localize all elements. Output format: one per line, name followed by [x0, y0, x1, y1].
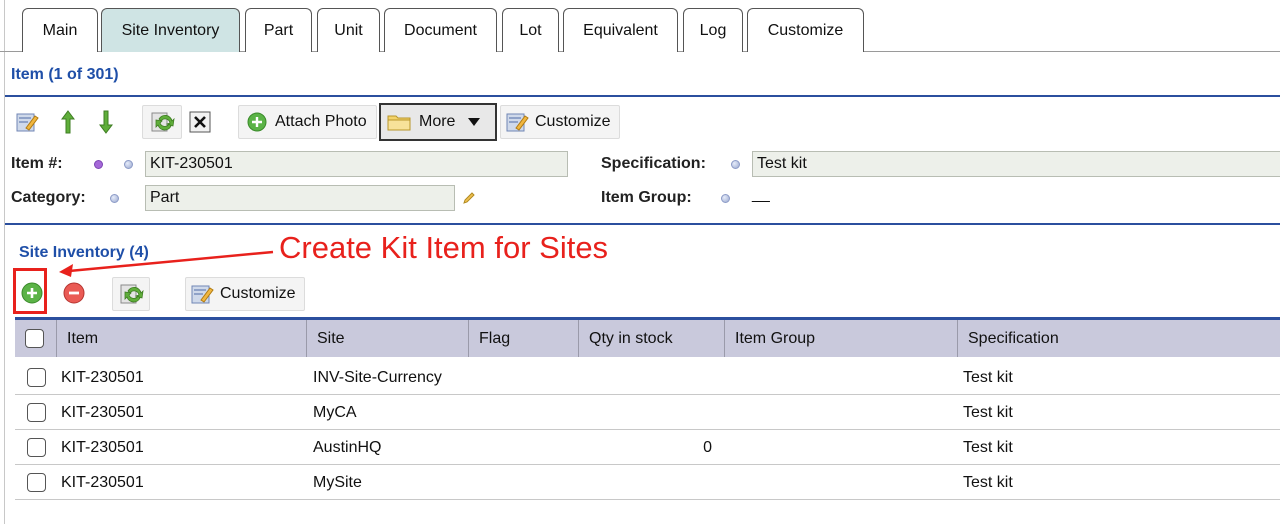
customize-label: Customize — [220, 285, 296, 302]
tab-bar: Main Site Inventory Part Unit Document L… — [0, 0, 1280, 52]
refresh-icon — [120, 284, 144, 304]
table-row[interactable]: KIT-230501 INV-Site-Currency Test kit — [15, 360, 1280, 395]
cell-specification: Test kit — [963, 473, 1013, 491]
item-no-field[interactable]: KIT-230501 — [145, 151, 568, 177]
attach-photo-label: Attach Photo — [275, 113, 367, 130]
cell-item: KIT-230501 — [61, 368, 144, 386]
customize-label: Customize — [535, 113, 611, 130]
pencil-icon[interactable] — [462, 191, 476, 205]
cell-specification: Test kit — [963, 438, 1013, 456]
info-icon[interactable] — [124, 160, 133, 169]
table-row[interactable]: KIT-230501 MySite Test kit — [15, 465, 1280, 500]
specification-label: Specification: — [601, 155, 706, 172]
close-icon — [189, 111, 211, 133]
item-group-value: __ — [752, 186, 770, 203]
row-checkbox[interactable] — [27, 473, 46, 492]
more-label: More — [419, 113, 456, 130]
cell-qty — [579, 360, 712, 395]
close-button[interactable] — [186, 108, 214, 136]
tab-equivalent[interactable]: Equivalent — [563, 8, 678, 52]
add-icon — [21, 282, 43, 304]
tab-lot[interactable]: Lot — [502, 8, 559, 52]
edit-icon — [16, 113, 39, 132]
row-checkbox[interactable] — [27, 368, 46, 387]
cell-site: MySite — [313, 473, 362, 491]
cell-specification: Test kit — [963, 368, 1013, 386]
info-icon[interactable] — [721, 194, 730, 203]
section-divider — [5, 223, 1280, 225]
move-down-button[interactable] — [93, 106, 119, 138]
left-border — [4, 0, 5, 524]
tab-log[interactable]: Log — [683, 8, 743, 52]
column-header-specification[interactable]: Specification — [958, 320, 1280, 357]
tab-site-inventory[interactable]: Site Inventory — [101, 8, 240, 52]
table-row[interactable]: KIT-230501 MyCA Test kit — [15, 395, 1280, 430]
tab-customize[interactable]: Customize — [747, 8, 864, 52]
cell-site: INV-Site-Currency — [313, 368, 442, 386]
table-header: Item Site Flag Qty in stock Item Group S… — [15, 317, 1280, 357]
remove-site-button[interactable] — [62, 281, 86, 305]
cell-item: KIT-230501 — [61, 438, 144, 456]
select-all-checkbox[interactable] — [25, 329, 44, 348]
tab-part[interactable]: Part — [245, 8, 312, 52]
item-section-rule — [5, 95, 1280, 97]
specification-field[interactable]: Test kit — [752, 151, 1280, 177]
add-icon — [247, 112, 267, 132]
item-section-title: Item (1 of 301) — [11, 66, 119, 83]
tab-unit[interactable]: Unit — [317, 8, 380, 52]
cell-qty — [579, 395, 712, 430]
info-icon[interactable] — [110, 194, 119, 203]
tab-document[interactable]: Document — [384, 8, 497, 52]
arrow-up-icon — [61, 110, 75, 134]
site-customize-button[interactable]: Customize — [185, 277, 305, 311]
cell-site: AustinHQ — [313, 438, 382, 456]
edit-button[interactable] — [11, 106, 43, 138]
folder-icon — [387, 115, 411, 131]
more-dropdown[interactable]: More — [379, 103, 497, 141]
column-header-flag[interactable]: Flag — [469, 320, 579, 357]
category-field[interactable]: Part — [145, 185, 455, 211]
customize-button[interactable]: Customize — [500, 105, 620, 139]
item-group-label: Item Group: — [601, 189, 692, 206]
table-row[interactable]: KIT-230501 AustinHQ 0 Test kit — [15, 430, 1280, 465]
cell-site: MyCA — [313, 403, 357, 421]
cell-qty — [579, 465, 712, 500]
info-icon[interactable] — [731, 160, 740, 169]
required-indicator-icon — [94, 160, 103, 169]
cell-item: KIT-230501 — [61, 473, 144, 491]
cell-item: KIT-230501 — [61, 403, 144, 421]
header-select-all — [15, 320, 57, 357]
dropdown-arrow-icon — [468, 118, 481, 126]
column-header-site[interactable]: Site — [307, 320, 469, 357]
cell-qty: 0 — [703, 438, 712, 456]
refresh-icon — [151, 112, 175, 132]
row-checkbox[interactable] — [27, 438, 46, 457]
customize-icon — [506, 113, 529, 132]
refresh-button[interactable] — [112, 277, 150, 311]
move-up-button[interactable] — [55, 106, 81, 138]
arrow-down-icon — [99, 110, 113, 134]
remove-icon — [63, 282, 85, 304]
column-header-qty[interactable]: Qty in stock — [579, 320, 725, 357]
row-checkbox[interactable] — [27, 403, 46, 422]
category-label: Category: — [11, 189, 86, 206]
attach-photo-button[interactable]: Attach Photo — [238, 105, 377, 139]
column-header-item[interactable]: Item — [57, 320, 307, 357]
add-site-button[interactable] — [20, 281, 44, 305]
refresh-button[interactable] — [142, 105, 182, 139]
column-header-item-group[interactable]: Item Group — [725, 320, 958, 357]
tab-main[interactable]: Main — [22, 8, 98, 52]
customize-icon — [191, 285, 214, 304]
annotation-text: Create Kit Item for Sites — [279, 230, 609, 265]
item-no-label: Item #: — [11, 155, 63, 172]
cell-specification: Test kit — [963, 403, 1013, 421]
annotation-arrow — [59, 250, 274, 277]
